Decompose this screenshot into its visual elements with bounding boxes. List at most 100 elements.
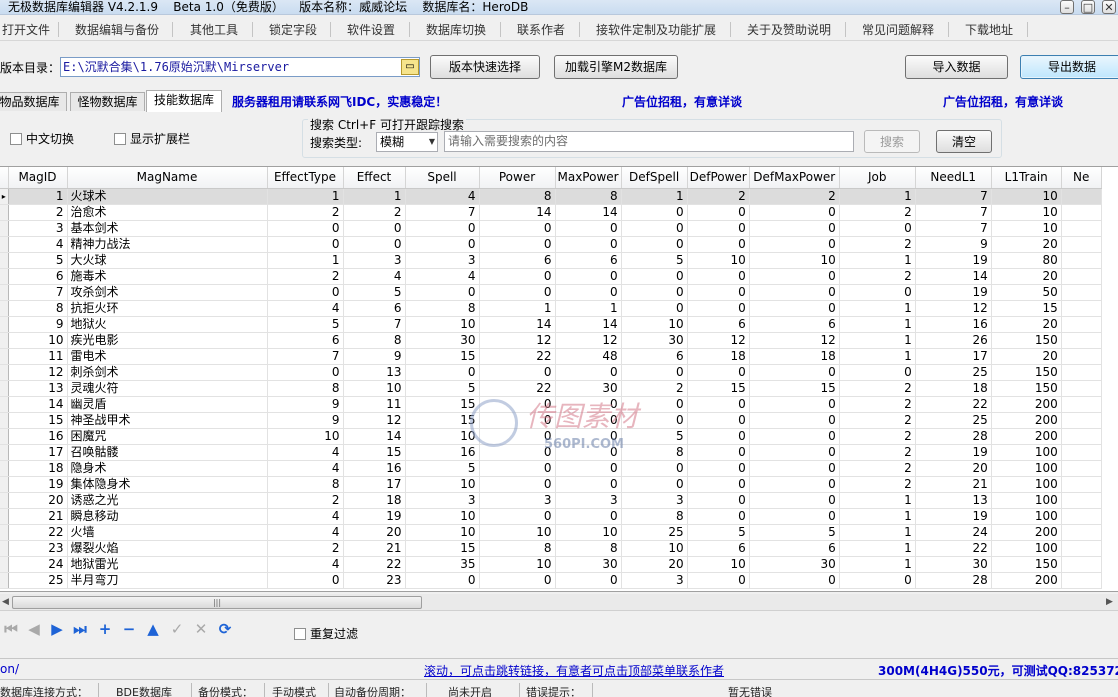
nav-edit-icon[interactable]: ▲ <box>144 620 162 640</box>
table-cell[interactable]: 100 <box>991 540 1062 557</box>
table-cell[interactable]: 26 <box>915 332 992 349</box>
table-cell[interactable]: 1 <box>839 316 916 333</box>
table-cell[interactable]: 8 <box>621 508 688 525</box>
table-cell[interactable]: 10 <box>479 524 556 541</box>
table-cell[interactable]: 15 <box>749 380 840 397</box>
table-row[interactable]: 4 精神力战法 0 0 0 0 0 0 0 0 2 9 20 <box>0 236 1102 253</box>
table-cell[interactable] <box>1061 556 1102 573</box>
table-cell[interactable] <box>1061 396 1102 413</box>
column-header[interactable]: Power <box>479 167 556 189</box>
table-cell[interactable]: 火墙 <box>67 524 268 541</box>
table-cell[interactable]: 0 <box>687 236 750 253</box>
table-cell[interactable] <box>1061 284 1102 301</box>
table-cell[interactable] <box>1061 316 1102 333</box>
table-cell[interactable]: 0 <box>555 412 622 429</box>
table-cell[interactable]: 0 <box>687 268 750 285</box>
table-cell[interactable]: 11 <box>343 396 406 413</box>
table-cell[interactable]: 19 <box>915 444 992 461</box>
table-cell[interactable]: 隐身术 <box>67 460 268 477</box>
table-cell[interactable]: 0 <box>687 300 750 317</box>
table-cell[interactable]: 8 <box>479 188 556 205</box>
table-row[interactable]: 15 神圣战甲术 9 12 15 0 0 0 0 0 2 25 200 <box>0 412 1102 429</box>
table-cell[interactable]: 8 <box>267 380 344 397</box>
table-cell[interactable]: 10 <box>8 332 68 349</box>
table-cell[interactable]: 6 <box>343 300 406 317</box>
table-cell[interactable] <box>1061 492 1102 509</box>
quick-select-button[interactable]: 版本快速选择 <box>430 55 540 79</box>
search-button[interactable]: 搜索 <box>864 130 920 153</box>
table-cell[interactable]: 召唤骷髅 <box>67 444 268 461</box>
table-cell[interactable]: 30 <box>405 332 480 349</box>
ad-slot-2[interactable]: 广告位招租，有意详谈 <box>943 93 1063 110</box>
table-cell[interactable]: 1 <box>839 524 916 541</box>
table-cell[interactable]: 0 <box>479 508 556 525</box>
table-row[interactable]: 17 召唤骷髅 4 15 16 0 0 8 0 0 2 19 100 <box>0 444 1102 461</box>
table-cell[interactable]: 15 <box>687 380 750 397</box>
row-indicator[interactable] <box>0 364 9 381</box>
table-cell[interactable]: 0 <box>749 300 840 317</box>
maximize-icon[interactable]: □ <box>1081 0 1095 14</box>
table-cell[interactable]: 0 <box>687 396 750 413</box>
table-cell[interactable]: 0 <box>555 220 622 237</box>
table-cell[interactable]: 0 <box>479 412 556 429</box>
table-cell[interactable]: 15 <box>405 540 480 557</box>
table-cell[interactable]: 0 <box>749 204 840 221</box>
menu-faq[interactable]: 常见问题解释 <box>862 22 934 38</box>
row-indicator[interactable] <box>0 284 9 301</box>
table-cell[interactable]: 20 <box>915 460 992 477</box>
table-cell[interactable]: 14 <box>343 428 406 445</box>
table-cell[interactable] <box>1061 524 1102 541</box>
table-cell[interactable]: 1 <box>555 300 622 317</box>
table-cell[interactable]: 2 <box>267 268 344 285</box>
table-cell[interactable]: 0 <box>267 236 344 253</box>
table-cell[interactable]: 13 <box>8 380 68 397</box>
table-cell[interactable]: 7 <box>405 204 480 221</box>
row-indicator[interactable] <box>0 348 9 365</box>
table-cell[interactable]: 0 <box>687 444 750 461</box>
table-cell[interactable]: 0 <box>479 268 556 285</box>
table-cell[interactable]: 5 <box>343 284 406 301</box>
row-indicator[interactable] <box>0 460 9 477</box>
nav-refresh-icon[interactable]: ⟳ <box>216 620 234 640</box>
table-row[interactable]: 3 基本剑术 0 0 0 0 0 0 0 0 0 7 10 <box>0 220 1102 237</box>
table-cell[interactable]: 8 <box>8 300 68 317</box>
table-row[interactable]: 6 施毒术 2 4 4 0 0 0 0 0 2 14 20 <box>0 268 1102 285</box>
table-cell[interactable]: 7 <box>267 348 344 365</box>
table-cell[interactable]: 200 <box>991 572 1062 589</box>
table-cell[interactable] <box>1061 236 1102 253</box>
table-cell[interactable]: 10 <box>267 428 344 445</box>
table-cell[interactable]: 0 <box>479 284 556 301</box>
table-cell[interactable] <box>1061 364 1102 381</box>
table-cell[interactable] <box>1061 268 1102 285</box>
table-cell[interactable]: 1 <box>839 348 916 365</box>
column-header[interactable]: Job <box>839 167 916 189</box>
table-cell[interactable]: 1 <box>479 300 556 317</box>
table-cell[interactable]: 1 <box>839 540 916 557</box>
table-cell[interactable]: 22 <box>343 556 406 573</box>
table-cell[interactable]: 12 <box>8 364 68 381</box>
table-cell[interactable]: 6 <box>687 540 750 557</box>
table-cell[interactable]: 1 <box>839 188 916 205</box>
table-cell[interactable]: 0 <box>555 476 622 493</box>
table-cell[interactable]: 爆裂火焰 <box>67 540 268 557</box>
column-header[interactable]: Ne <box>1061 167 1102 189</box>
table-cell[interactable]: 0 <box>687 220 750 237</box>
table-cell[interactable]: 5 <box>405 460 480 477</box>
table-row[interactable]: 7 攻杀剑术 0 5 0 0 0 0 0 0 0 19 50 <box>0 284 1102 301</box>
table-cell[interactable]: 19 <box>915 252 992 269</box>
table-cell[interactable]: 1 <box>267 252 344 269</box>
table-cell[interactable]: 25 <box>915 412 992 429</box>
table-cell[interactable]: 10 <box>991 204 1062 221</box>
table-cell[interactable]: 6 <box>687 316 750 333</box>
table-cell[interactable]: 0 <box>687 364 750 381</box>
table-cell[interactable]: 半月弯刀 <box>67 572 268 589</box>
column-header[interactable]: MagID <box>8 167 68 189</box>
table-cell[interactable]: 19 <box>915 284 992 301</box>
row-indicator[interactable] <box>0 396 9 413</box>
table-cell[interactable]: 0 <box>555 268 622 285</box>
table-cell[interactable]: 9 <box>8 316 68 333</box>
nav-next-icon[interactable]: ▶ <box>48 620 66 640</box>
table-cell[interactable]: 200 <box>991 428 1062 445</box>
table-cell[interactable]: 21 <box>343 540 406 557</box>
table-cell[interactable]: 0 <box>621 204 688 221</box>
